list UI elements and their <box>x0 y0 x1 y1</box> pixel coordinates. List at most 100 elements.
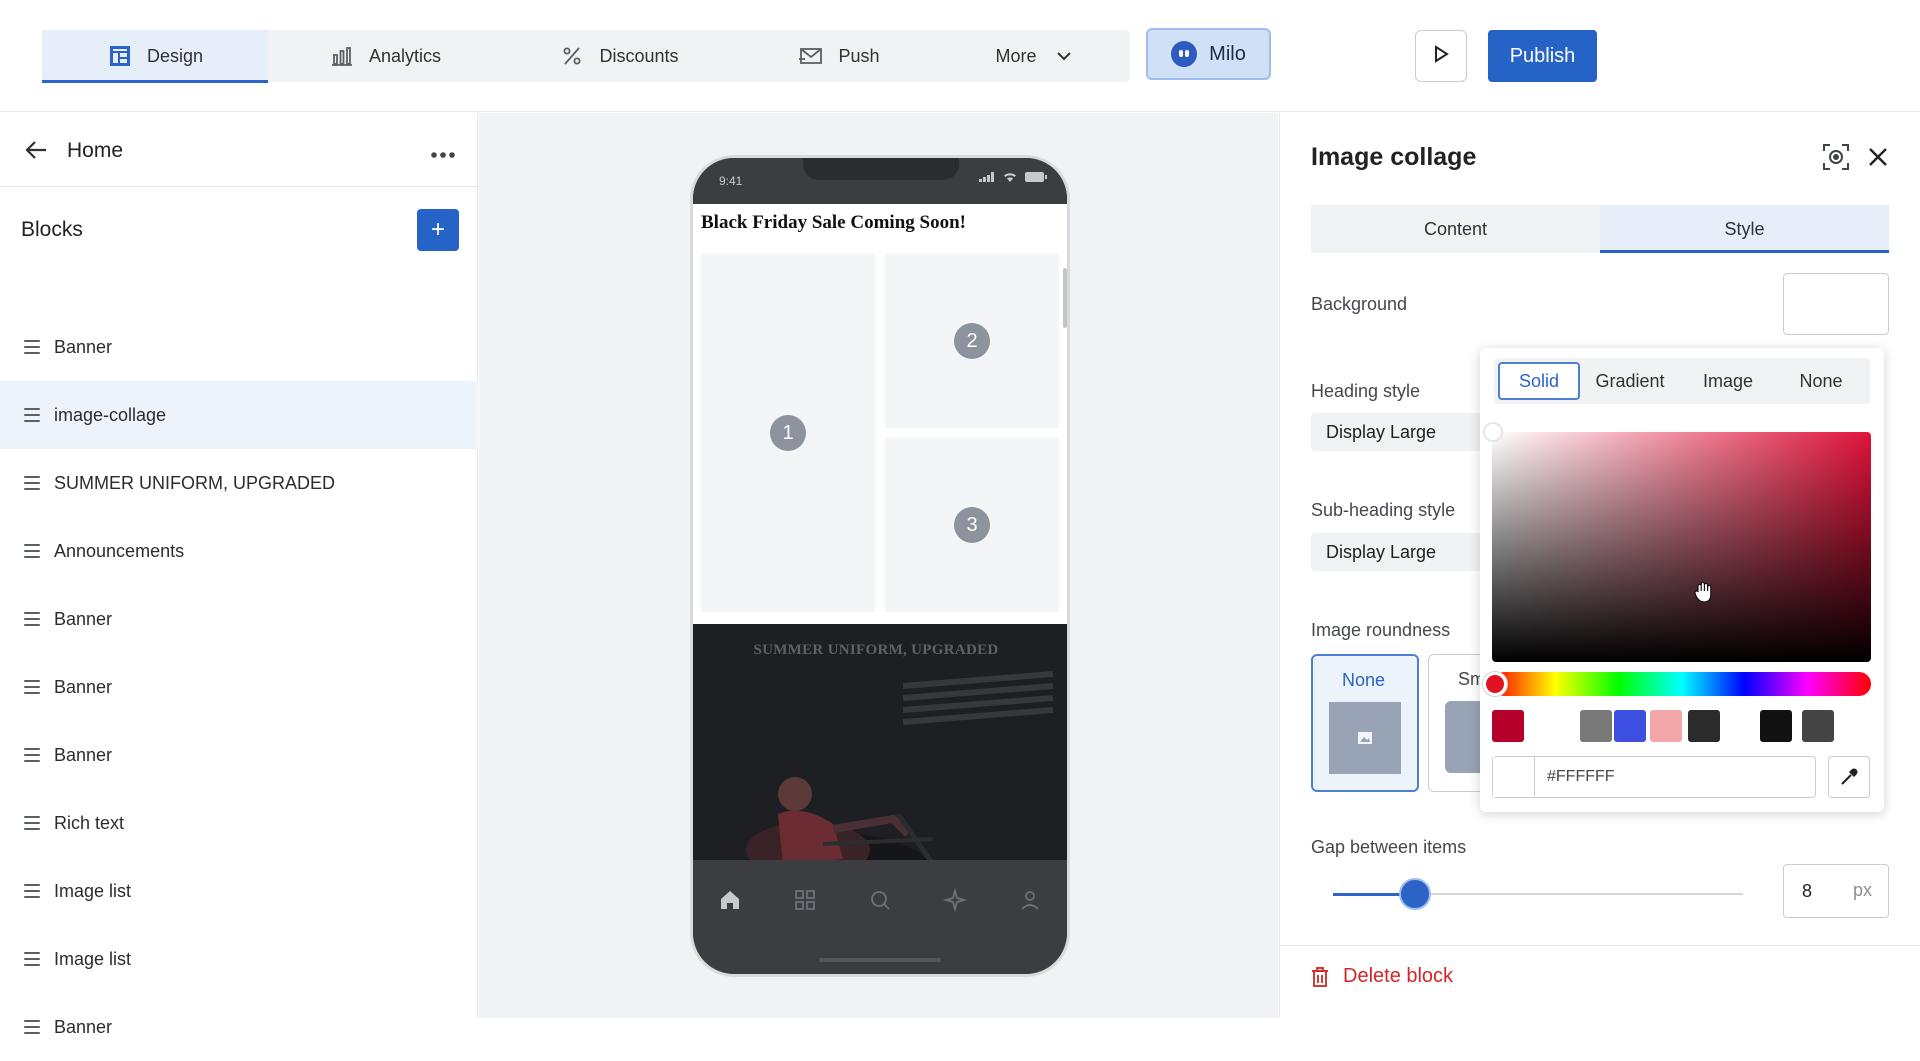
profile-icon[interactable] <box>1018 888 1042 912</box>
layout-icon <box>107 43 133 69</box>
color-swatch[interactable] <box>1760 710 1792 742</box>
tab-analytics[interactable]: Analytics <box>268 30 502 82</box>
block-item[interactable]: Banner <box>0 721 478 789</box>
tab-push[interactable]: Push <box>736 30 942 82</box>
phone-preview: 9:41 Black Friday Sale Coming Soon! 1 2 … <box>690 155 1070 977</box>
hex-input[interactable]: #FFFFFF <box>1492 756 1816 798</box>
drag-handle-icon[interactable] <box>24 340 40 354</box>
search-icon[interactable] <box>868 888 892 912</box>
phone-tab-bar <box>693 860 1067 940</box>
blocks-sidebar: Home Blocks + Banner image-collage SUMMER … <box>0 113 478 1037</box>
color-swatch[interactable] <box>1650 710 1682 742</box>
image-placeholder-icon <box>1329 702 1401 774</box>
fill-mode-tabs: Solid Gradient Image None <box>1494 358 1870 404</box>
trash-icon <box>1312 966 1328 987</box>
preview-play-button[interactable] <box>1415 30 1467 82</box>
delete-block-button[interactable]: Delete block <box>1311 965 1453 988</box>
drag-handle-icon[interactable] <box>24 816 40 830</box>
tab-more-label: More <box>995 45 1037 66</box>
play-icon <box>1433 44 1449 68</box>
focus-target-icon[interactable] <box>1822 143 1850 171</box>
saturation-value-area[interactable] <box>1492 432 1871 662</box>
collage-tile-2[interactable]: 2 <box>885 254 1059 428</box>
block-item[interactable]: SUMMER UNIFORM, UPGRADED <box>0 449 478 517</box>
phone-status-bar: 9:41 <box>693 158 1067 204</box>
block-item[interactable]: Image list <box>0 925 478 993</box>
block-item[interactable]: Rich text <box>0 789 478 857</box>
tab-more[interactable]: More <box>942 30 1130 82</box>
mode-solid[interactable]: Solid <box>1498 362 1580 400</box>
block-item[interactable]: Image list <box>0 857 478 925</box>
hue-slider[interactable] <box>1492 672 1871 696</box>
drag-handle-icon[interactable] <box>24 884 40 898</box>
close-icon[interactable] <box>1866 145 1890 169</box>
drag-handle-icon[interactable] <box>24 748 40 762</box>
milo-assistant-button[interactable]: Milo <box>1146 28 1271 80</box>
eyedropper-button[interactable] <box>1828 756 1870 798</box>
preview-scrollbar[interactable] <box>1063 268 1067 328</box>
color-swatch[interactable] <box>1580 710 1612 742</box>
blocks-heading: Blocks <box>21 218 83 241</box>
sparkle-icon[interactable] <box>942 888 967 912</box>
summer-banner[interactable]: SUMMER UNIFORM, UPGRADED <box>693 624 1067 860</box>
heading-style-select[interactable]: Display Large <box>1311 413 1481 451</box>
more-options-icon[interactable] <box>430 146 456 158</box>
block-item[interactable]: Banner <box>0 313 478 381</box>
add-block-button[interactable]: + <box>417 209 459 251</box>
gap-input[interactable]: 8 px <box>1783 864 1889 918</box>
block-item[interactable]: Announcements <box>0 517 478 585</box>
color-swatch[interactable] <box>1492 710 1524 742</box>
mode-image[interactable]: Image <box>1680 362 1776 400</box>
block-item[interactable]: Banner <box>0 585 478 653</box>
block-item-label: Rich text <box>54 812 125 833</box>
drag-handle-icon[interactable] <box>24 476 40 490</box>
gap-label: Gap between items <box>1311 837 1467 857</box>
tab-design[interactable]: Design <box>42 30 268 83</box>
preset-swatches <box>1492 710 1872 742</box>
saturation-value-handle[interactable] <box>1483 422 1503 442</box>
background-color-swatch[interactable] <box>1783 273 1889 335</box>
grid-icon[interactable] <box>793 888 817 912</box>
mode-gradient[interactable]: Gradient <box>1580 362 1680 400</box>
drag-handle-icon[interactable] <box>24 408 40 422</box>
drag-handle-icon[interactable] <box>24 952 40 966</box>
phone-screen: Black Friday Sale Coming Soon! 1 2 3 SUM… <box>693 204 1067 860</box>
block-item-label: Announcements <box>54 540 185 561</box>
signal-icon <box>979 172 994 182</box>
block-item[interactable]: image-collage <box>0 381 478 449</box>
drag-handle-icon[interactable] <box>24 612 40 626</box>
color-swatch[interactable] <box>1802 710 1834 742</box>
publish-button[interactable]: Publish <box>1488 30 1597 82</box>
color-swatch[interactable] <box>1688 710 1720 742</box>
main-nav-tabs: Design Analytics Discounts Push More <box>42 30 1130 83</box>
home-icon[interactable] <box>718 888 742 912</box>
battery-icon <box>1025 172 1047 182</box>
tab-discounts[interactable]: Discounts <box>502 30 736 82</box>
color-swatch[interactable] <box>1724 710 1756 742</box>
roundness-option-none[interactable]: None <box>1311 654 1419 792</box>
tab-style[interactable]: Style <box>1600 205 1889 253</box>
mail-send-icon <box>798 43 824 69</box>
milo-label: Milo <box>1209 42 1246 65</box>
tile-number: 2 <box>954 323 990 359</box>
block-item-label: Banner <box>54 1016 113 1037</box>
block-item[interactable]: Banner <box>0 653 478 721</box>
collage-tile-1[interactable]: 1 <box>701 254 875 612</box>
subheading-style-select[interactable]: Display Large <box>1311 533 1481 571</box>
tab-content[interactable]: Content <box>1311 205 1600 253</box>
panel-tabs: Content Style <box>1311 205 1889 253</box>
collage-tile-3[interactable]: 3 <box>885 438 1059 612</box>
back-arrow-icon[interactable] <box>24 137 50 163</box>
gap-slider-thumb[interactable] <box>1399 878 1431 910</box>
drag-handle-icon[interactable] <box>24 1020 40 1034</box>
tile-number: 1 <box>770 415 806 451</box>
home-indicator <box>819 958 941 962</box>
drag-handle-icon[interactable] <box>24 680 40 694</box>
hue-slider-handle[interactable] <box>1483 672 1507 696</box>
color-swatch[interactable] <box>1614 710 1646 742</box>
mode-none[interactable]: None <box>1776 362 1866 400</box>
block-item[interactable]: Banner <box>0 993 478 1061</box>
drag-handle-icon[interactable] <box>24 544 40 558</box>
percent-icon <box>559 43 585 69</box>
color-swatch[interactable] <box>1536 710 1568 742</box>
